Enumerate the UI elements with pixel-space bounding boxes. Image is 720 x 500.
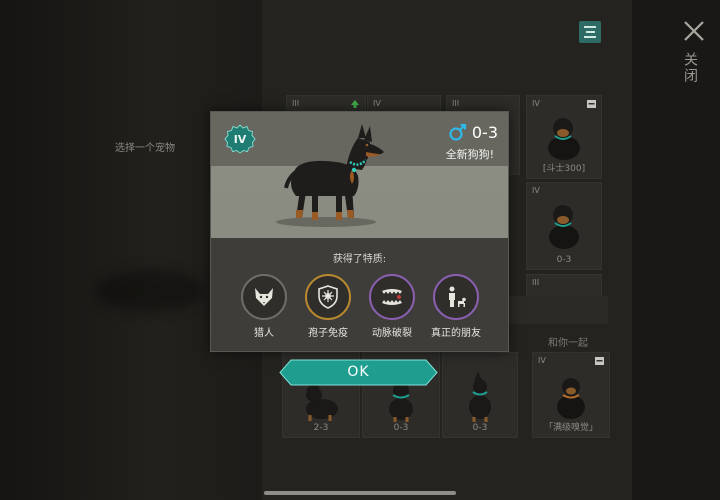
rottweiler-icon	[548, 118, 580, 160]
trait-ring	[241, 274, 287, 320]
pet-showcase: IV 0-3 全新狗狗!	[211, 112, 508, 238]
traits-title: 获得了特质:	[332, 254, 387, 265]
male-gender-icon	[449, 123, 466, 141]
trait-spore-immunity[interactable]: 孢子免疫	[298, 274, 358, 339]
pet-age: 0-3	[471, 122, 498, 142]
pet-card[interactable]: 0-3	[442, 352, 518, 438]
menu-line	[585, 31, 595, 33]
pet-card-tier: IV	[532, 186, 540, 195]
pet-card-caption: 「满级嗅觉」	[543, 423, 598, 433]
trait-ring	[433, 274, 479, 320]
menu-line	[584, 26, 596, 28]
doberman-icon	[469, 371, 491, 422]
pet-card-tier: III	[532, 278, 540, 287]
storage-icon	[595, 357, 604, 365]
new-pet-dialog: IV 0-3 全新狗狗! 获得了特质: 猎人 孢子免疫 动脉破裂 真正的朋友	[210, 111, 509, 352]
trait-label: 真正的朋友	[431, 328, 481, 339]
close-icon[interactable]	[681, 18, 707, 44]
home-indicator[interactable]	[264, 491, 456, 495]
pet-card[interactable]: III	[526, 274, 602, 298]
trait-ring	[305, 274, 351, 320]
trait-label: 孢子免疫	[308, 328, 348, 339]
right-sidebar	[632, 0, 720, 500]
pet-card-caption: 0-3	[472, 423, 488, 433]
pet-list-divider	[508, 296, 608, 324]
section-label-with-you: 和你一起	[548, 338, 588, 349]
rottweiler-icon	[549, 205, 579, 249]
pet-card-tier: III	[292, 99, 300, 108]
ok-button-label: OK	[347, 364, 370, 380]
menu-line	[584, 36, 596, 38]
trait-true-friend[interactable]: 真正的朋友	[426, 274, 486, 339]
trait-artery-rupture[interactable]: 动脉破裂	[362, 274, 422, 339]
pet-card-tier: III	[452, 99, 460, 108]
trait-hunter[interactable]: 猎人	[234, 274, 294, 339]
doberman-portrait	[276, 124, 384, 227]
filter-menu-button[interactable]	[579, 21, 601, 43]
pet-card-tier: IV	[538, 356, 546, 365]
trait-label: 动脉破裂	[372, 328, 412, 339]
select-pet-hint: 选择一个宠物	[115, 143, 175, 154]
fox-icon	[255, 288, 273, 306]
pet-card-tier: IV	[532, 99, 540, 108]
pet-card-caption: 0-3	[556, 255, 572, 265]
pet-card-caption: 2-3	[313, 423, 329, 433]
pet-card[interactable]: IV [斗士300]	[526, 95, 602, 179]
trait-ring	[369, 274, 415, 320]
pet-card-caption: [斗士300]	[542, 164, 586, 174]
upgrade-arrow-icon	[351, 100, 359, 108]
trait-label: 猎人	[254, 328, 274, 339]
tier-badge-label: IV	[233, 133, 247, 146]
pet-card[interactable]: IV 0-3	[526, 182, 602, 270]
jaw-bite-icon	[382, 289, 402, 305]
pet-floor-shadow	[95, 270, 205, 312]
person-dog-icon	[449, 286, 466, 307]
close-label[interactable]: 关闭	[682, 52, 700, 84]
spore-shield-icon	[318, 285, 338, 309]
storage-icon	[587, 100, 596, 108]
pet-card[interactable]: IV 「满级嗅觉」	[532, 352, 610, 438]
ok-button[interactable]: OK	[279, 359, 438, 386]
rottweiler-icon	[557, 378, 585, 419]
new-dog-status: 全新狗狗!	[445, 148, 494, 161]
pet-card-caption: 0-3	[393, 423, 409, 433]
pet-card-tier: IV	[373, 99, 381, 108]
gender-age: 0-3	[448, 122, 498, 142]
